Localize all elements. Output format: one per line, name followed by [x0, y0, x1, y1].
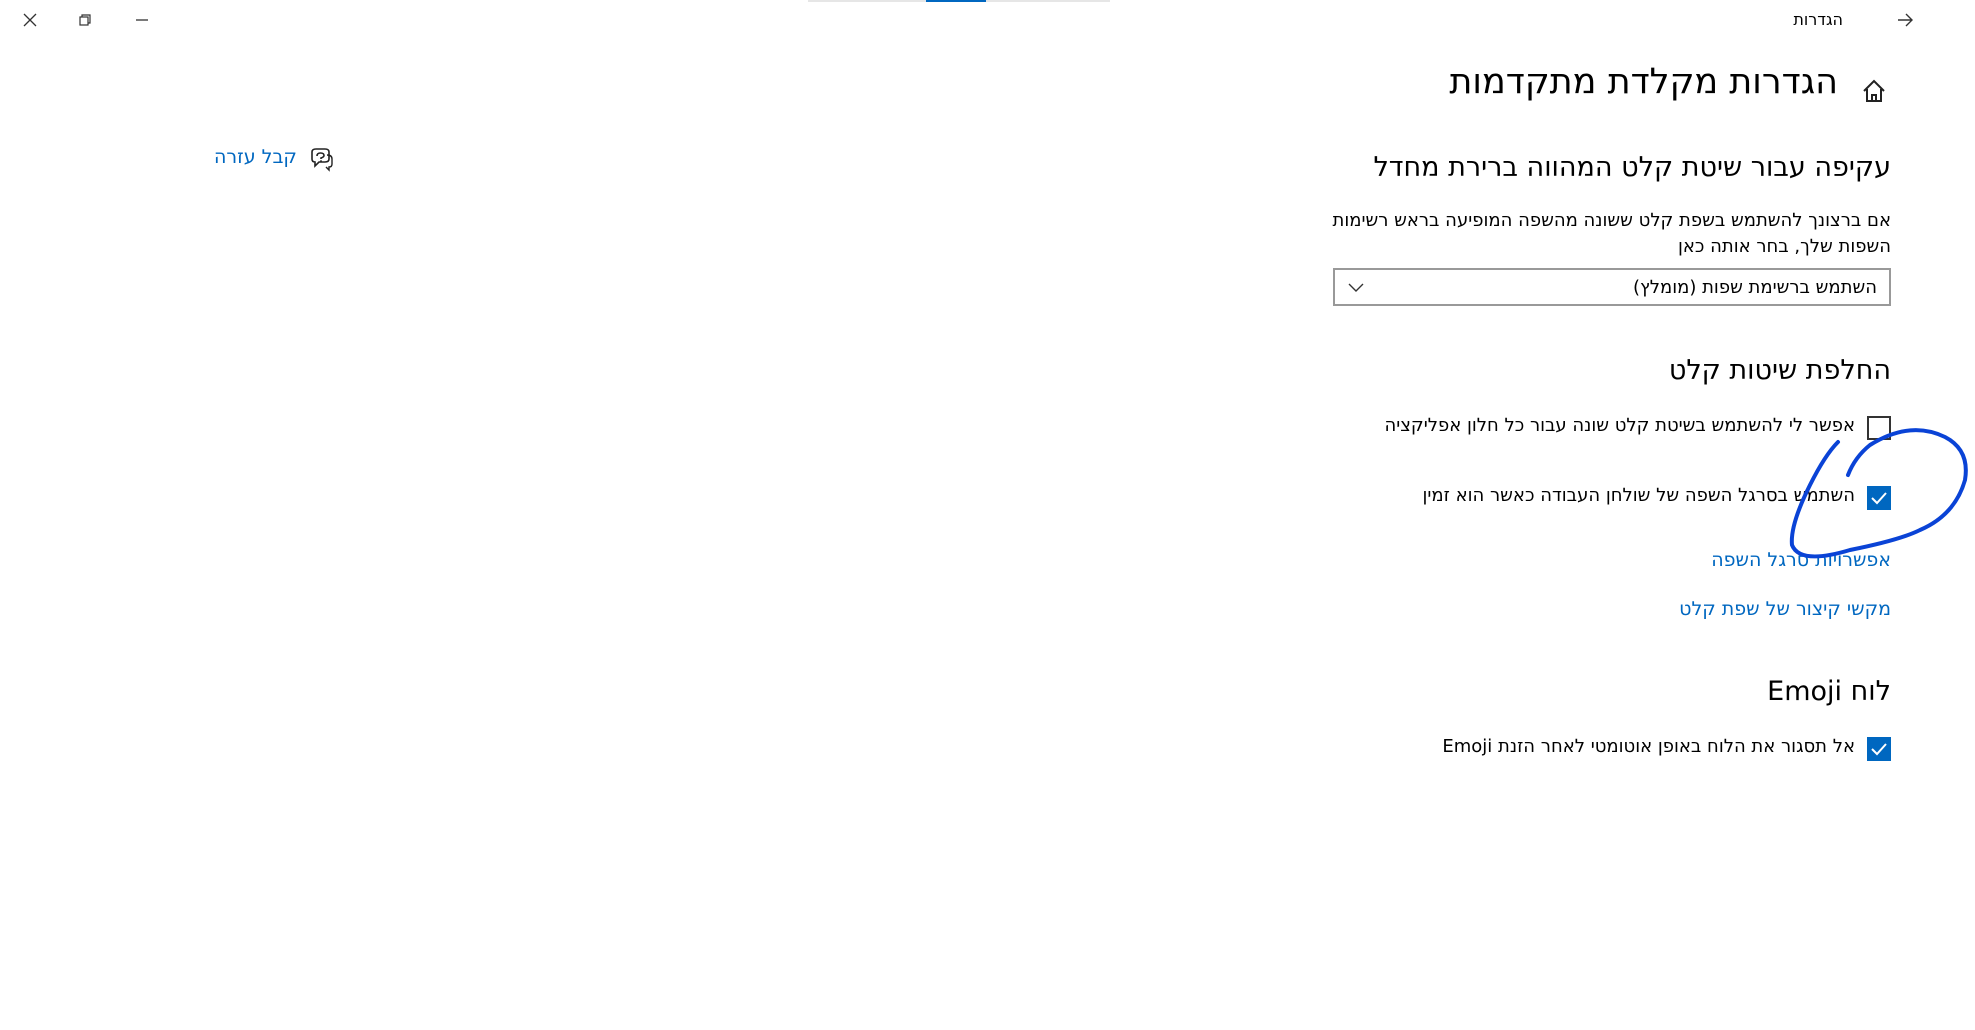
- restore-button[interactable]: [55, 0, 115, 40]
- arrow-right-icon: [1898, 13, 1913, 27]
- checkmark-icon: [1871, 743, 1887, 756]
- input-method-dropdown-value: השתמש ברשימת שפות (מומלץ): [1633, 276, 1877, 298]
- page-title: הגדרות מקלדת מתקדמות: [1449, 62, 1838, 102]
- restore-icon: [79, 14, 91, 26]
- chevron-down-icon: [1348, 283, 1364, 292]
- help-chat-icon: [311, 148, 333, 172]
- window-top-indicator: [808, 0, 1110, 2]
- home-icon: [1863, 79, 1885, 102]
- close-icon: [23, 13, 37, 27]
- close-button[interactable]: [0, 0, 60, 40]
- minimize-button[interactable]: [112, 0, 172, 40]
- minimize-icon: [136, 19, 148, 21]
- override-section-title: עקיפה עבור שיטת קלט המהווה ברירת מחדל: [1373, 152, 1891, 183]
- emoji-section-title: לוח Emoji: [1767, 676, 1891, 707]
- override-section-description: אם ברצונך להשתמש בשפת קלט ששונה מהשפה המ…: [1332, 210, 1891, 257]
- back-button[interactable]: [1875, 0, 1935, 40]
- help-icon-button[interactable]: [308, 146, 334, 172]
- home-button[interactable]: [1859, 76, 1891, 108]
- emoji-keep-open-row[interactable]: אל תסגור את הלוח באופן אוטומטי לאחר הזנת…: [1331, 735, 1891, 763]
- switching-section-title: החלפת שיטות קלט: [1668, 355, 1891, 386]
- input-language-hotkeys-link[interactable]: מקשי קיצור של שפת קלט: [1679, 598, 1891, 620]
- emoji-keep-open-label: אל תסגור את הלוח באופן אוטומטי לאחר הזנת…: [1442, 736, 1855, 757]
- emoji-keep-open-checkbox[interactable]: [1867, 737, 1891, 761]
- annotation-circle: [1789, 428, 1968, 559]
- window-title: הגדרות: [1793, 10, 1843, 29]
- window-top-indicator-fill: [926, 0, 986, 2]
- get-help-link[interactable]: קבל עזרה: [214, 146, 297, 168]
- input-method-dropdown[interactable]: השתמש ברשימת שפות (מומלץ): [1333, 268, 1891, 306]
